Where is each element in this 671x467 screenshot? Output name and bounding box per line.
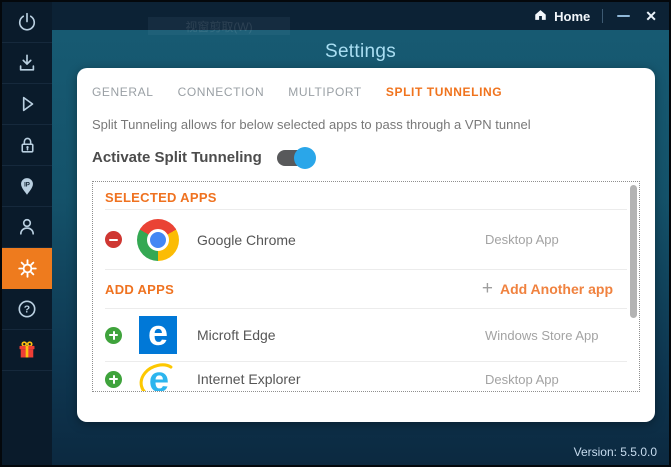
remove-app-button[interactable] [105,231,122,248]
internet-explorer-icon: e [137,358,179,392]
selected-apps-header-row: SELECTED APPS [105,182,627,209]
settings-tabs: GENERAL CONNECTION MULTIPORT SPLIT TUNNE… [92,68,640,99]
sidebar-item-play[interactable] [2,84,52,125]
svg-text:e: e [149,358,169,392]
svg-text:IP: IP [24,181,30,188]
titlebar-divider [602,9,604,23]
settings-gear-icon [16,257,39,280]
edge-icon: e [137,316,179,354]
app-row-microsoft-edge: e Microft Edge Windows Store App [105,309,627,361]
minimize-icon [616,15,630,17]
tab-connection[interactable]: CONNECTION [178,85,265,99]
sidebar-item-settings[interactable] [2,248,52,289]
page-title: Settings [324,41,397,62]
sidebar-item-rewards[interactable] [2,330,52,371]
app-name: Internet Explorer [197,371,301,387]
toggle-knob [293,146,316,169]
app-type: Desktop App [485,232,559,247]
download-icon [16,52,38,74]
sidebar-item-ip-location[interactable]: IP [2,166,52,207]
apps-list-box: SELECTED APPS Google Chrome Desktop App … [92,181,640,392]
settings-card: GENERAL CONNECTION MULTIPORT SPLIT TUNNE… [77,68,655,422]
ip-location-icon: IP [16,175,38,197]
minimize-button[interactable] [615,8,631,24]
app-row-internet-explorer: e Internet Explorer Desktop App [105,358,627,391]
user-icon [16,216,38,238]
help-icon: ? [16,298,38,320]
app-row-google-chrome: Google Chrome Desktop App [105,210,627,269]
add-app-button[interactable] [105,326,122,344]
sidebar-item-account[interactable] [2,207,52,248]
gift-icon [16,339,38,361]
sidebar: IP ? [2,2,52,465]
add-apps-header-row: ADD APPS + Add Another app [105,270,627,308]
chrome-icon [137,218,179,261]
close-button[interactable]: ✕ [645,8,657,24]
home-button[interactable]: Home [533,8,590,25]
app-type: Windows Store App [485,327,599,343]
split-tunneling-description: Split Tunneling allows for below selecte… [92,117,531,132]
app-window: Home ✕ 视窗剪取(W) [0,0,671,467]
sidebar-item-power[interactable] [2,2,52,43]
split-tunneling-toggle[interactable] [276,146,316,169]
power-icon [16,11,38,33]
home-icon [533,8,548,25]
add-another-app-label: Add Another app [499,281,613,297]
play-icon [16,93,38,115]
add-another-app-button[interactable]: + Add Another app [481,278,627,299]
home-label: Home [554,8,591,24]
sidebar-item-help[interactable]: ? [2,289,52,330]
scrollbar-thumb[interactable] [630,185,637,318]
version-label: Version: 5.5.0.0 [573,445,657,459]
app-name: Microft Edge [197,327,276,343]
main-area: Settings GENERAL CONNECTION MULTIPORT SP… [52,30,669,465]
tab-multiport[interactable]: MULTIPORT [288,85,362,99]
activate-label: Activate Split Tunneling [92,149,262,166]
lock-icon [17,135,38,156]
add-app-button[interactable] [105,370,122,388]
sidebar-item-download[interactable] [2,43,52,84]
titlebar: Home ✕ [52,2,669,30]
add-apps-header: ADD APPS [105,281,175,297]
selected-apps-header: SELECTED APPS [105,190,217,205]
tab-general[interactable]: GENERAL [92,85,154,99]
app-name: Google Chrome [197,231,296,248]
svg-text:?: ? [24,305,30,316]
sidebar-item-lock[interactable] [2,125,52,166]
app-type: Desktop App [485,371,559,387]
activate-row: Activate Split Tunneling [92,146,640,169]
tab-split-tunneling[interactable]: SPLIT TUNNELING [386,85,502,99]
plus-icon: + [481,278,493,299]
